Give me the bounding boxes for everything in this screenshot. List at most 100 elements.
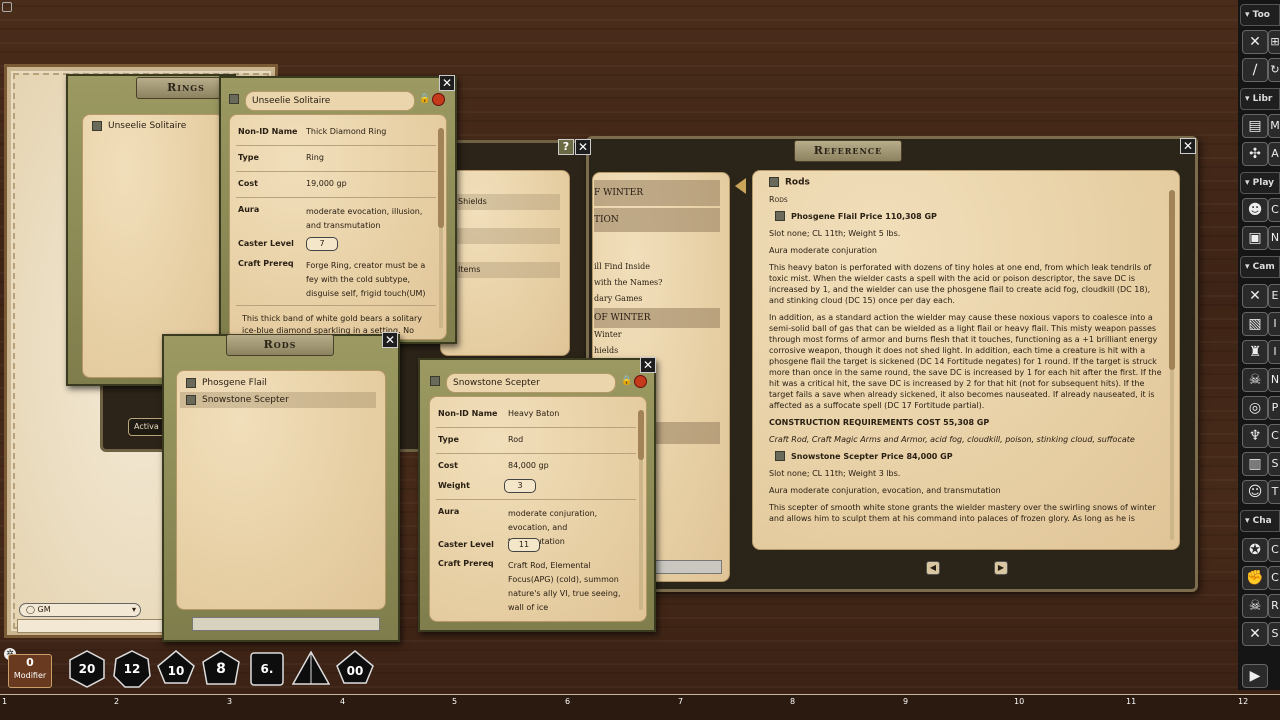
crossed-swords-icon[interactable]: ✕ [1242,622,1268,646]
checkbox[interactable] [186,394,196,405]
map-icon[interactable]: ▧ [1242,312,1268,336]
lock-icon[interactable]: 🔒 [621,376,632,386]
weight-field[interactable]: 3 [504,479,536,493]
more-icon[interactable]: C [1268,566,1280,590]
bag-icon[interactable]: ♜ [1242,340,1268,364]
more-icon[interactable]: N [1268,368,1280,392]
checkbox[interactable] [775,451,785,461]
puzzle-icon[interactable]: ✣ [1242,142,1268,166]
entry-paragraph: This scepter of smooth white stone grant… [769,502,1156,523]
close-button[interactable]: ✕ [640,357,656,373]
d10-icon[interactable]: 10 [157,650,195,688]
entry-title: Phosgene Flail Price 110,308 GP [791,211,937,221]
toolbar-section-character[interactable]: ▾ Cha [1240,510,1280,532]
d6-icon[interactable]: 6. [248,650,286,688]
more-icon[interactable]: E [1268,284,1280,308]
index-item[interactable]: Winter [594,330,622,339]
more-icon[interactable]: C [1268,198,1280,222]
more-icon[interactable]: ⊞ [1268,30,1280,54]
d4-icon[interactable] [291,650,331,688]
chat-identity-select[interactable]: ◯ GM ▾ [19,603,141,617]
crossed-swords-icon[interactable]: ✕ [1242,284,1268,308]
index-item[interactable]: hields [594,346,618,355]
close-button[interactable]: ✕ [575,139,591,155]
more-icon[interactable]: I [1268,312,1280,336]
index-item[interactable]: OF WINTER [594,308,720,328]
checkbox[interactable] [186,377,196,388]
collapse-arrow-icon[interactable] [735,178,746,194]
reference-title: Reference [794,140,902,162]
coins-icon[interactable]: ◎ [1242,396,1268,420]
rod-scrollbar[interactable] [638,410,644,610]
distance-ruler: 1 2 3 4 5 6 7 8 9 10 11 12 [0,694,1280,720]
index-item[interactable]: dary Games [594,294,642,303]
users-icon[interactable]: ☻ [1242,198,1268,222]
close-button[interactable]: ✕ [1180,138,1196,154]
caster-level-field[interactable]: 7 [306,237,338,251]
d20-icon[interactable]: 20 [68,650,106,688]
masks-icon[interactable]: ☺ [1242,480,1268,504]
toolbar-section-library[interactable]: ▾ Libr [1240,88,1280,110]
toolbar-section-players[interactable]: ▾ Play [1240,172,1280,194]
checkbox[interactable] [769,177,779,187]
index-item[interactable]: with the Names? [594,278,662,287]
next-page-button[interactable]: ▶ [994,561,1008,575]
d100-icon[interactable]: 00 [336,650,374,688]
play-icon[interactable]: ▶ [1242,664,1268,688]
list-item[interactable]: Snowstone Scepter [180,392,376,408]
book-left-item[interactable]: Shields [452,194,560,210]
skull-icon[interactable]: ☠ [1242,594,1268,618]
identified-checkbox[interactable] [229,94,239,104]
lock-icon[interactable] [2,2,12,12]
prev-page-button[interactable]: ◀ [926,561,940,575]
book-left-item[interactable]: Items [452,262,560,278]
more-icon[interactable]: S [1268,452,1280,476]
modifier-box[interactable]: 0 Modifier [8,654,52,688]
more-icon[interactable]: S [1268,622,1280,646]
delete-icon[interactable] [634,375,647,388]
list-item[interactable]: Phosgene Flail [180,375,376,391]
close-button[interactable]: ✕ [382,332,398,348]
checkbox[interactable] [775,211,785,221]
help-button[interactable]: ? [558,139,574,155]
index-item[interactable]: ill Find Inside [594,262,650,271]
more-icon[interactable]: R [1268,594,1280,618]
rods-title: Rods [226,334,334,356]
identified-checkbox[interactable] [430,376,440,386]
rods-search-field[interactable] [192,617,380,631]
delete-icon[interactable] [432,93,445,106]
more-icon[interactable]: A [1268,142,1280,166]
toolbar-section-tools[interactable]: ▾ Too [1240,4,1280,26]
more-icon[interactable]: I [1268,340,1280,364]
item-name-field[interactable]: Unseelie Solitaire [245,91,415,111]
toolbar-section-campaign[interactable]: ▾ Cam [1240,256,1280,278]
list-item[interactable]: Unseelie Solitaire [86,118,216,134]
index-item[interactable]: F WINTER [594,180,720,206]
portrait-icon[interactable]: ▣ [1242,226,1268,250]
index-item[interactable]: TION [594,208,720,232]
more-icon[interactable]: C [1268,424,1280,448]
fist-icon[interactable]: ✊ [1242,566,1268,590]
divide-icon[interactable]: ∕ [1242,58,1268,82]
crossed-swords-icon[interactable]: ✕ [1242,30,1268,54]
ring-scrollbar[interactable] [438,128,444,328]
d12-icon[interactable]: 12 [113,650,151,688]
d8-icon[interactable]: 8 [202,650,240,688]
shield-icon[interactable]: ✪ [1242,538,1268,562]
more-icon[interactable]: T [1268,480,1280,504]
reference-scrollbar[interactable] [1169,190,1175,540]
lock-icon[interactable]: 🔒 [419,94,430,104]
more-icon[interactable]: M [1268,114,1280,138]
checkbox[interactable] [92,120,102,131]
chalice-icon[interactable]: ♆ [1242,424,1268,448]
more-icon[interactable]: P [1268,396,1280,420]
book-icon[interactable]: ▥ [1242,452,1268,476]
more-icon[interactable]: C [1268,538,1280,562]
folder-icon[interactable]: ▤ [1242,114,1268,138]
item-name-field[interactable]: Snowstone Scepter [446,373,616,393]
close-button[interactable]: ✕ [439,75,455,91]
caster-level-field[interactable]: 11 [508,538,540,552]
skull-icon[interactable]: ☠ [1242,368,1268,392]
more-icon[interactable]: ↻ [1268,58,1280,82]
more-icon[interactable]: N [1268,226,1280,250]
